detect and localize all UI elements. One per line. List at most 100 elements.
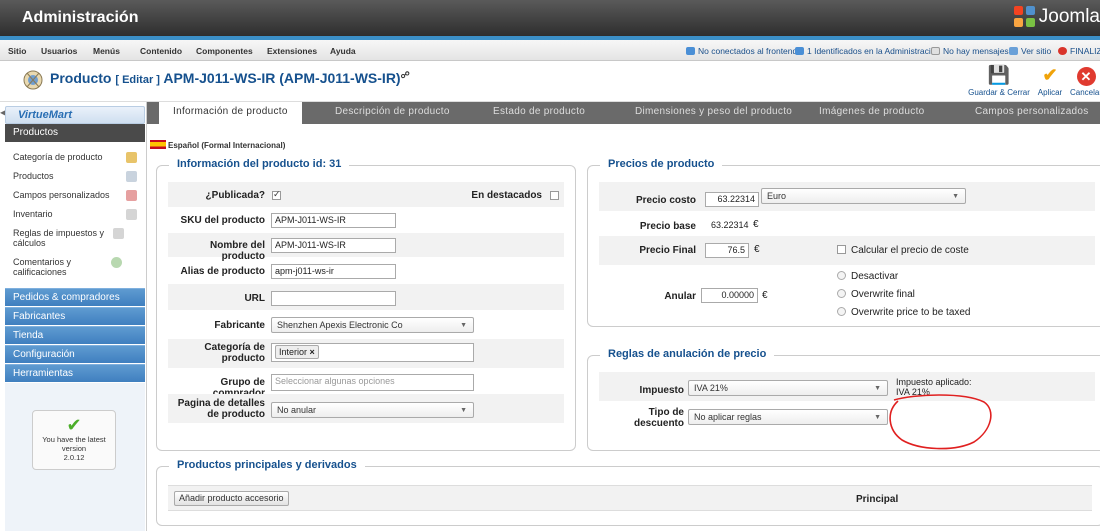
save-close-button[interactable]: 💾 Guardar & Cerrar <box>968 65 1030 97</box>
sidebar-item-impuestos[interactable]: Reglas de impuestos y cálculos <box>13 228 124 248</box>
menu-extensiones[interactable]: Extensiones <box>267 46 317 56</box>
product-info-legend: Información del producto id: 31 <box>169 158 350 170</box>
dropdown-arrow-icon: ▼ <box>952 193 959 200</box>
currency-value: Euro <box>767 191 787 201</box>
row-tax: Impuesto IVA 21% ▼ Impuesto aplicado: IVA… <box>599 372 1095 402</box>
joomla-logo[interactable]: Joomla <box>1013 6 1100 28</box>
sidebar-item-label: Comentarios y calificaciones <box>13 257 72 277</box>
tax-select[interactable]: IVA 21% ▼ <box>688 380 888 396</box>
row-base: Precio base 63.22314 € <box>599 212 1095 236</box>
sidebar-section-tienda[interactable]: Tienda <box>5 326 145 344</box>
tab-informacion[interactable]: Información de producto <box>159 102 302 124</box>
base-value: 63.22314 <box>711 220 749 230</box>
cancel-button[interactable]: ✕ Cancelar <box>1069 65 1100 97</box>
menu-contenido[interactable]: Contenido <box>140 46 182 56</box>
featured-checkbox[interactable] <box>550 191 559 200</box>
sidebar-section-configuracion[interactable]: Configuración <box>5 345 145 363</box>
principal-header: Principal <box>856 494 899 505</box>
sidebar-item-productos[interactable]: Productos <box>13 171 143 182</box>
virtuemart-logo: VirtueMart <box>5 106 145 124</box>
alias-input[interactable]: apm-j011-ws-ir <box>271 264 396 279</box>
details-page-select[interactable]: No anular ▼ <box>271 402 474 418</box>
radio-overwrite-final-label: Overwrite final <box>851 289 915 300</box>
sidebar-item-categorias[interactable]: Categoría de producto <box>13 152 143 163</box>
sidebar-section-fabricantes[interactable]: Fabricantes <box>5 307 145 325</box>
radio-desactivar[interactable] <box>837 271 846 280</box>
product-info-fieldset: Información del producto id: 31 ¿Publica… <box>156 158 576 451</box>
page-title: Producto [ Editar ] APM-J011-WS-IR (APM-… <box>50 70 410 86</box>
sidebar-item-inventario[interactable]: Inventario <box>13 209 143 220</box>
discount-select[interactable]: No aplicar reglas ▼ <box>688 409 888 425</box>
external-link-icon[interactable]: ☍ <box>401 70 410 80</box>
page-title-main: Producto <box>50 70 112 86</box>
tab-bar: Información de producto Descripción de p… <box>147 102 1100 124</box>
menu-sitio[interactable]: Sitio <box>8 46 26 56</box>
sidebar: ◀ VirtueMart Productos Categoría de prod… <box>0 102 147 531</box>
row-final: Precio Final 76.5 € Calcular el precio d… <box>599 236 1095 266</box>
sidebar-item-label: Campos personalizados <box>13 190 110 200</box>
menu-ayuda[interactable]: Ayuda <box>330 46 356 56</box>
status-messages[interactable]: No hay mensajes <box>931 46 1009 56</box>
menu-componentes[interactable]: Componentes <box>196 46 253 56</box>
power-icon <box>1058 47 1067 55</box>
status-frontend[interactable]: No conectados al frontend <box>686 46 797 56</box>
tab-descripcion[interactable]: Descripción de producto <box>335 102 450 124</box>
admin-header: Administración Joomla <box>0 0 1100 36</box>
shopper-group-input[interactable]: Seleccionar algunas opciones <box>271 374 474 391</box>
radio-overwrite-taxed[interactable] <box>837 307 846 316</box>
calc-cost-checkbox[interactable] <box>837 245 846 254</box>
tax-applied-label: Impuesto aplicado: <box>896 377 972 387</box>
published-checkbox[interactable] <box>272 189 281 200</box>
menu-menus[interactable]: Menús <box>93 46 120 56</box>
page-toolbar: Producto [ Editar ] APM-J011-WS-IR (APM-… <box>0 61 1100 102</box>
sku-input[interactable]: APM-J011-WS-IR <box>271 213 396 228</box>
row-alias: Alias de producto apm-j011-ws-ir <box>168 258 564 284</box>
view-site-link[interactable]: Ver sitio <box>1009 46 1051 56</box>
manufacturer-value: Shenzhen Apexis Electronic Co <box>277 320 403 330</box>
sidebar-header-productos[interactable]: Productos <box>5 124 145 142</box>
cancel-icon: ✕ <box>1069 65 1100 86</box>
apply-button[interactable]: ✔ Aplicar <box>1036 65 1064 97</box>
prices-fieldset: Precios de producto Precio costo 63.2231… <box>587 158 1100 327</box>
currency-select[interactable]: Euro ▼ <box>761 188 966 204</box>
name-input[interactable]: APM-J011-WS-IR <box>271 238 396 253</box>
url-input[interactable] <box>271 291 396 306</box>
logout-link[interactable]: FINALIZA <box>1058 46 1100 56</box>
final-input[interactable]: 76.5 <box>705 243 749 258</box>
version-line-2: version <box>61 444 87 453</box>
cancel-label: Cancelar <box>1069 88 1100 97</box>
sidebar-section-herramientas[interactable]: Herramientas <box>5 364 145 382</box>
tab-dimensiones[interactable]: Dimensiones y peso del producto <box>635 102 792 124</box>
language-indicator: Español (Formal Internacional) <box>150 140 285 150</box>
tab-imagenes[interactable]: Imágenes de producto <box>819 102 925 124</box>
custom-fields-icon <box>126 190 137 201</box>
prices-legend: Precios de producto <box>600 158 723 170</box>
sidebar-section-pedidos[interactable]: Pedidos & compradores <box>5 288 145 306</box>
add-accessory-button[interactable]: Añadir producto accesorio <box>174 491 289 506</box>
override-label: Anular <box>664 291 696 302</box>
annotation-circle <box>889 394 992 450</box>
sidebar-item-comentarios[interactable]: Comentarios y calificaciones <box>13 257 122 277</box>
category-tag-label: Interior <box>279 347 308 357</box>
published-label: ¿Publicada? <box>205 190 265 201</box>
row-override: Anular 0.00000 € Desactivar Overwrite fi… <box>599 266 1095 322</box>
status-admin[interactable]: 1 Identificados en la Administración <box>795 46 940 56</box>
inventory-icon <box>126 209 137 220</box>
tab-estado[interactable]: Estado de producto <box>493 102 585 124</box>
category-multiselect[interactable]: Interior × <box>271 343 474 362</box>
cost-input[interactable]: 63.22314 <box>705 192 759 207</box>
radio-overwrite-final[interactable] <box>837 289 846 298</box>
featured-label: En destacados <box>471 190 542 201</box>
sidebar-item-label: Productos <box>13 171 54 181</box>
tag-remove-icon[interactable]: × <box>310 347 315 357</box>
row-cost: Precio costo 63.22314 Euro ▼ <box>599 182 1095 212</box>
override-input[interactable]: 0.00000 <box>701 288 758 303</box>
sidebar-item-label: Reglas de impuestos y cálculos <box>13 228 105 248</box>
row-discount: Tipo de descuento No aplicar reglas ▼ <box>599 402 1095 432</box>
sidebar-item-campos[interactable]: Campos personalizados <box>13 190 143 201</box>
tax-value: IVA 21% <box>694 383 728 393</box>
menu-usuarios[interactable]: Usuarios <box>41 46 77 56</box>
tab-campos[interactable]: Campos personalizados <box>975 102 1089 124</box>
manufacturer-select[interactable]: Shenzhen Apexis Electronic Co ▼ <box>271 317 474 333</box>
base-label: Precio base <box>639 221 696 232</box>
